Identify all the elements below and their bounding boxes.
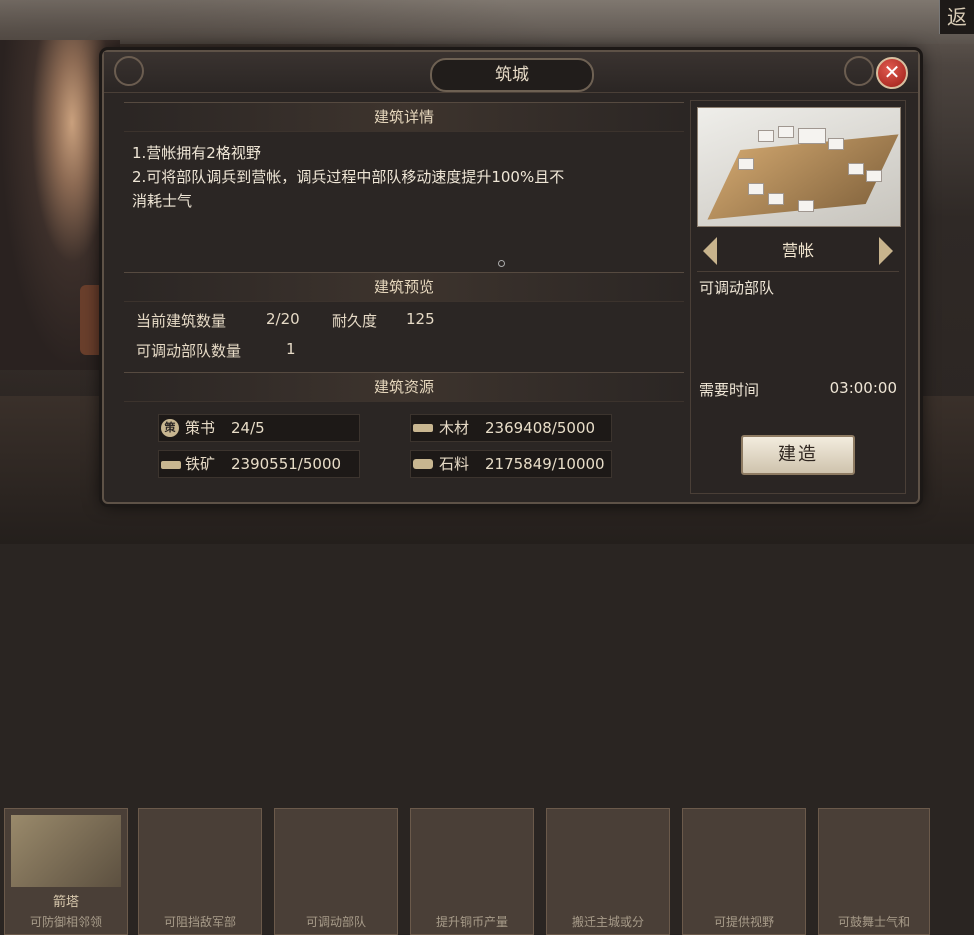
resource-row: 石料 2175849/10000	[410, 450, 612, 478]
detail-line: 2.可将部队调兵到营帐，调兵过程中部队移动速度提升100%且不	[132, 168, 565, 186]
pagination-dot	[498, 260, 505, 267]
durability-label: 耐久度	[332, 312, 378, 330]
strategy-book-icon: 策	[161, 419, 179, 437]
resource-value: 2390551/5000	[231, 455, 342, 473]
resource-name: 木材	[439, 419, 470, 437]
build-city-dialog: 筑城 ✕ 建筑详情 1.营帐拥有2格视野 2.可将部队调兵到营帐，调兵过程中部队…	[102, 50, 920, 504]
camp-building-image	[697, 107, 901, 227]
building-card-desc: 提升铜币产量	[435, 915, 508, 929]
build-time-label: 需要时间	[699, 381, 760, 399]
building-card-label: 箭塔	[52, 895, 79, 910]
resource-row: 木材 2369408/5000	[410, 414, 612, 442]
building-card[interactable]: 可提供视野	[682, 808, 806, 935]
building-card-thumbnail	[11, 815, 121, 887]
building-card-desc: 可鼓舞士气和	[837, 915, 910, 929]
scroll-decoration	[80, 285, 104, 355]
resource-value: 2369408/5000	[485, 419, 596, 437]
build-button[interactable]: 建造	[741, 435, 855, 475]
building-card[interactable]: 可调动部队	[274, 808, 398, 935]
resource-name: 石料	[439, 455, 470, 473]
resource-value: 2175849/10000	[485, 455, 605, 473]
iron-ore-icon	[161, 461, 181, 469]
building-card[interactable]: 提升铜币产量	[410, 808, 534, 935]
building-nav: 营帐	[697, 231, 899, 272]
wood-icon	[413, 424, 433, 432]
section-header-details: 建筑详情	[124, 102, 684, 132]
building-card-desc: 可提供视野	[713, 915, 774, 929]
resource-row: 铁矿 2390551/5000	[158, 450, 360, 478]
close-button[interactable]: ✕	[876, 57, 908, 89]
resource-value: 24/5	[231, 419, 265, 437]
detail-line: 1.营帐拥有2格视野	[132, 144, 261, 162]
scroll-ornament-icon	[114, 56, 144, 86]
building-card[interactable]: 可鼓舞士气和	[818, 808, 930, 935]
building-name: 营帐	[781, 241, 814, 260]
building-card-desc: 可防御相邻领	[29, 915, 102, 929]
building-card[interactable]: 箭塔 可防御相邻领	[4, 808, 128, 935]
building-info-panel: 建筑详情 1.营帐拥有2格视野 2.可将部队调兵到营帐，调兵过程中部队移动速度提…	[124, 102, 684, 494]
resource-name: 策书	[185, 419, 216, 437]
scroll-ornament-icon	[844, 56, 874, 86]
building-card[interactable]: 可阻挡敌军部	[138, 808, 262, 935]
build-time-value: 03:00:00	[829, 379, 897, 397]
building-count-value: 2/20	[266, 310, 300, 328]
building-card[interactable]: 搬迁主城或分	[546, 808, 670, 935]
durability-value: 125	[406, 310, 435, 328]
building-selector-panel: 营帐 可调动部队 需要时间 03:00:00 建造	[690, 100, 906, 494]
section-header-preview: 建筑预览	[124, 272, 684, 302]
building-count-label: 当前建筑数量	[136, 312, 227, 330]
top-bar-background	[0, 0, 974, 44]
detail-line: 消耗士气	[132, 192, 193, 210]
building-card-desc: 可调动部队	[305, 915, 366, 929]
troops-label: 可调动部队数量	[136, 342, 242, 360]
section-header-resources: 建筑资源	[124, 372, 684, 402]
back-button[interactable]: 返	[939, 0, 974, 34]
troops-value: 1	[286, 340, 296, 358]
dialog-header: 筑城 ✕	[104, 52, 918, 93]
resource-name: 铁矿	[185, 455, 216, 473]
resource-row: 策 策书 24/5	[158, 414, 360, 442]
building-card-desc: 搬迁主城或分	[571, 915, 644, 929]
next-building-arrow-icon[interactable]	[879, 237, 893, 265]
dialog-title: 筑城	[430, 58, 594, 92]
stone-icon	[413, 459, 433, 469]
building-card-desc: 可阻挡敌军部	[163, 915, 236, 929]
building-description: 可调动部队	[699, 279, 775, 297]
